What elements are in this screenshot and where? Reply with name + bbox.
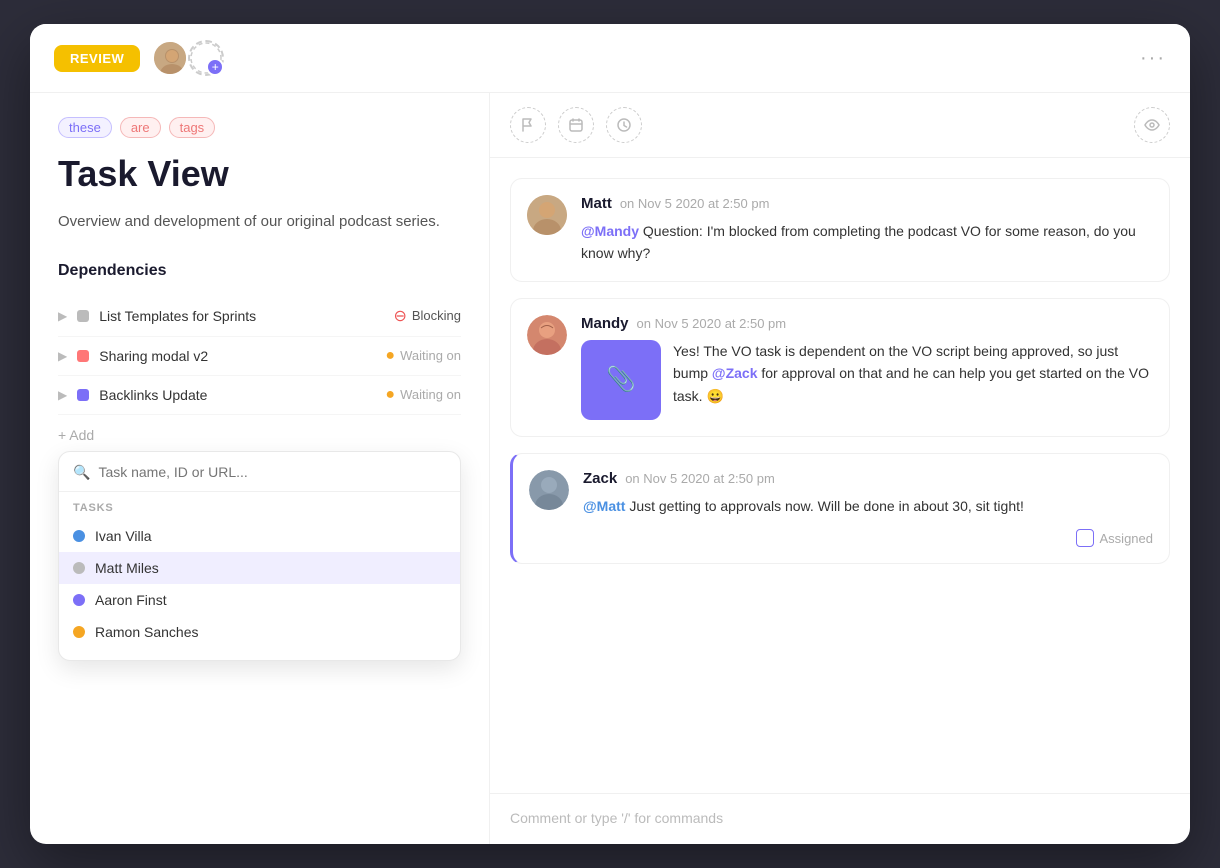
comment-header: Zack on Nov 5 2020 at 2:50 pm	[583, 470, 1153, 487]
avatar-zack	[529, 470, 569, 510]
avatar-group: +	[152, 40, 224, 76]
search-input[interactable]	[98, 464, 446, 480]
comment-body-matt: Matt on Nov 5 2020 at 2:50 pm @Mandy Que…	[581, 195, 1153, 265]
dep-status-dot	[77, 310, 89, 322]
comment-text: Yes! The VO task is dependent on the VO …	[673, 340, 1153, 420]
comment-card-mandy: Mandy on Nov 5 2020 at 2:50 pm 📎 Yes! Th…	[510, 298, 1170, 437]
comment-input-placeholder: Comment or type '/' for commands	[510, 810, 723, 826]
task-dot-icon	[73, 530, 85, 542]
comment-author: Matt	[581, 195, 612, 212]
comment-time: on Nov 5 2020 at 2:50 pm	[637, 316, 787, 331]
dep-status-label: Blocking	[412, 308, 461, 323]
avatar-mandy	[527, 315, 567, 355]
dep-status: ● Waiting on	[385, 386, 461, 404]
dep-status-dot	[77, 350, 89, 362]
tags-row: these are tags	[58, 117, 461, 138]
left-panel: these are tags Task View Overview and de…	[30, 93, 490, 844]
chevron-right-icon[interactable]: ▶	[58, 388, 67, 402]
dependency-item: ▶ Backlinks Update ● Waiting on	[58, 376, 461, 415]
attachment-preview[interactable]: 📎	[581, 340, 661, 420]
dep-status: ● Waiting on	[385, 347, 461, 365]
avatar-matt	[527, 195, 567, 235]
comments-area: Matt on Nov 5 2020 at 2:50 pm @Mandy Que…	[490, 158, 1190, 793]
clock-icon-button[interactable]	[606, 107, 642, 143]
review-badge[interactable]: REVIEW	[54, 45, 140, 72]
more-options-button[interactable]: ···	[1140, 47, 1166, 70]
task-title: Task View	[58, 154, 461, 194]
comment-text: @Mandy Question: I'm blocked from comple…	[581, 220, 1153, 265]
paperclip-icon: 📎	[606, 365, 636, 394]
dependency-item: ▶ List Templates for Sprints ⊖ Blocking	[58, 296, 461, 337]
waiting-icon: ●	[385, 347, 395, 365]
task-name: Ivan Villa	[95, 528, 152, 544]
dep-status: ⊖ Blocking	[393, 306, 461, 326]
mention-mandy: @Mandy	[581, 223, 639, 239]
tag-these[interactable]: these	[58, 117, 112, 138]
dep-status-label: Waiting on	[400, 348, 461, 363]
avatar-add[interactable]: +	[188, 40, 224, 76]
task-option-aaron[interactable]: Aaron Finst	[59, 584, 460, 616]
task-name: Ramon Sanches	[95, 624, 199, 640]
task-dot-icon	[73, 594, 85, 606]
dependencies-title: Dependencies	[58, 262, 461, 280]
assigned-badge: Assigned	[583, 529, 1153, 547]
comment-card-matt: Matt on Nov 5 2020 at 2:50 pm @Mandy Que…	[510, 178, 1170, 282]
eye-icon-button[interactable]	[1134, 107, 1170, 143]
comment-body-zack: Zack on Nov 5 2020 at 2:50 pm @Matt Just…	[583, 470, 1153, 547]
tag-tags[interactable]: tags	[169, 117, 216, 138]
comment-text: @Matt Just getting to approvals now. Wil…	[583, 495, 1153, 517]
task-dot-icon	[73, 562, 85, 574]
comment-time: on Nov 5 2020 at 2:50 pm	[625, 471, 775, 486]
task-option-ramon[interactable]: Ramon Sanches	[59, 616, 460, 648]
right-toolbar	[490, 93, 1190, 158]
search-input-row: 🔍	[59, 464, 460, 492]
dep-name[interactable]: Backlinks Update	[99, 387, 375, 403]
comment-time: on Nov 5 2020 at 2:50 pm	[620, 196, 770, 211]
main-layout: these are tags Task View Overview and de…	[30, 93, 1190, 844]
chevron-right-icon[interactable]: ▶	[58, 309, 67, 323]
blocking-icon: ⊖	[393, 306, 406, 326]
tag-are[interactable]: are	[120, 117, 161, 138]
dep-status-label: Waiting on	[400, 387, 461, 402]
task-name: Aaron Finst	[95, 592, 167, 608]
assigned-label: Assigned	[1100, 531, 1153, 546]
dep-status-dot	[77, 389, 89, 401]
comment-author: Zack	[583, 470, 617, 487]
tasks-section-label: TASKS	[59, 492, 460, 520]
header: REVIEW + ···	[30, 24, 1190, 93]
comment-body-mandy: Mandy on Nov 5 2020 at 2:50 pm 📎 Yes! Th…	[581, 315, 1153, 420]
mention-zack: @Zack	[712, 365, 758, 381]
add-dependency-button[interactable]: + Add	[58, 427, 461, 443]
task-name: Matt Miles	[95, 560, 159, 576]
task-description: Overview and development of our original…	[58, 210, 461, 234]
comment-header: Mandy on Nov 5 2020 at 2:50 pm	[581, 315, 1153, 332]
task-option-ivan[interactable]: Ivan Villa	[59, 520, 460, 552]
flag-icon-button[interactable]	[510, 107, 546, 143]
comment-header: Matt on Nov 5 2020 at 2:50 pm	[581, 195, 1153, 212]
dep-name[interactable]: List Templates for Sprints	[99, 308, 383, 324]
dependency-item: ▶ Sharing modal v2 ● Waiting on	[58, 337, 461, 376]
mention-matt: @Matt	[583, 498, 625, 514]
task-option-matt[interactable]: Matt Miles	[59, 552, 460, 584]
waiting-icon: ●	[385, 386, 395, 404]
search-icon: 🔍	[73, 464, 90, 481]
comment-input-area[interactable]: Comment or type '/' for commands	[490, 793, 1190, 844]
task-dot-icon	[73, 626, 85, 638]
comment-card-zack: Zack on Nov 5 2020 at 2:50 pm @Matt Just…	[510, 453, 1170, 564]
dep-name[interactable]: Sharing modal v2	[99, 348, 375, 364]
mandy-comment-content: 📎 Yes! The VO task is dependent on the V…	[581, 340, 1153, 420]
avatar-matt	[152, 40, 188, 76]
right-panel: Matt on Nov 5 2020 at 2:50 pm @Mandy Que…	[490, 93, 1190, 844]
calendar-icon-button[interactable]	[558, 107, 594, 143]
comment-author: Mandy	[581, 315, 629, 332]
task-search-dropdown: 🔍 TASKS Ivan Villa Matt Miles Aaron Fins…	[58, 451, 461, 661]
assigned-checkbox[interactable]	[1076, 529, 1094, 547]
chevron-right-icon[interactable]: ▶	[58, 349, 67, 363]
